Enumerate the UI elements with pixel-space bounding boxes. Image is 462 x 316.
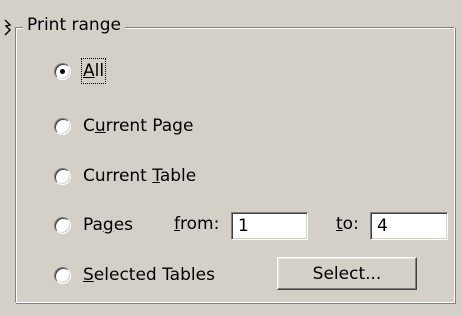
from-label: from: bbox=[174, 214, 220, 234]
select-button[interactable]: Select... bbox=[277, 257, 417, 290]
radio-all[interactable]: All bbox=[54, 58, 107, 84]
radio-all-button[interactable] bbox=[54, 62, 71, 80]
radio-current-table-label: Current Table bbox=[83, 166, 197, 186]
radio-current-table[interactable]: Current Table bbox=[54, 163, 196, 189]
radio-selected-tables-button[interactable] bbox=[54, 266, 71, 284]
radio-pages-button[interactable] bbox=[54, 216, 71, 234]
radio-all-label: All bbox=[80, 58, 107, 84]
radio-selected-tables-label: Selected Tables bbox=[83, 265, 215, 285]
print-range-title: Print range bbox=[23, 14, 125, 36]
radio-current-page-label: Current Page bbox=[83, 116, 194, 136]
radio-pages-label: Pages bbox=[83, 215, 134, 235]
radio-current-page-button[interactable] bbox=[54, 117, 71, 135]
from-input[interactable]: 1 bbox=[231, 212, 308, 240]
radio-current-page[interactable]: Current Page bbox=[54, 113, 193, 139]
radio-current-table-button[interactable] bbox=[54, 167, 71, 185]
radio-selected-tables[interactable]: Selected Tables bbox=[54, 262, 215, 288]
cursor-fragment-icon bbox=[4, 19, 12, 36]
radio-selected-dot bbox=[60, 68, 65, 74]
to-label: to: bbox=[336, 214, 359, 234]
dialog-background bbox=[0, 0, 462, 8]
radio-pages[interactable]: Pages bbox=[54, 212, 133, 238]
to-input[interactable]: 4 bbox=[370, 212, 448, 240]
